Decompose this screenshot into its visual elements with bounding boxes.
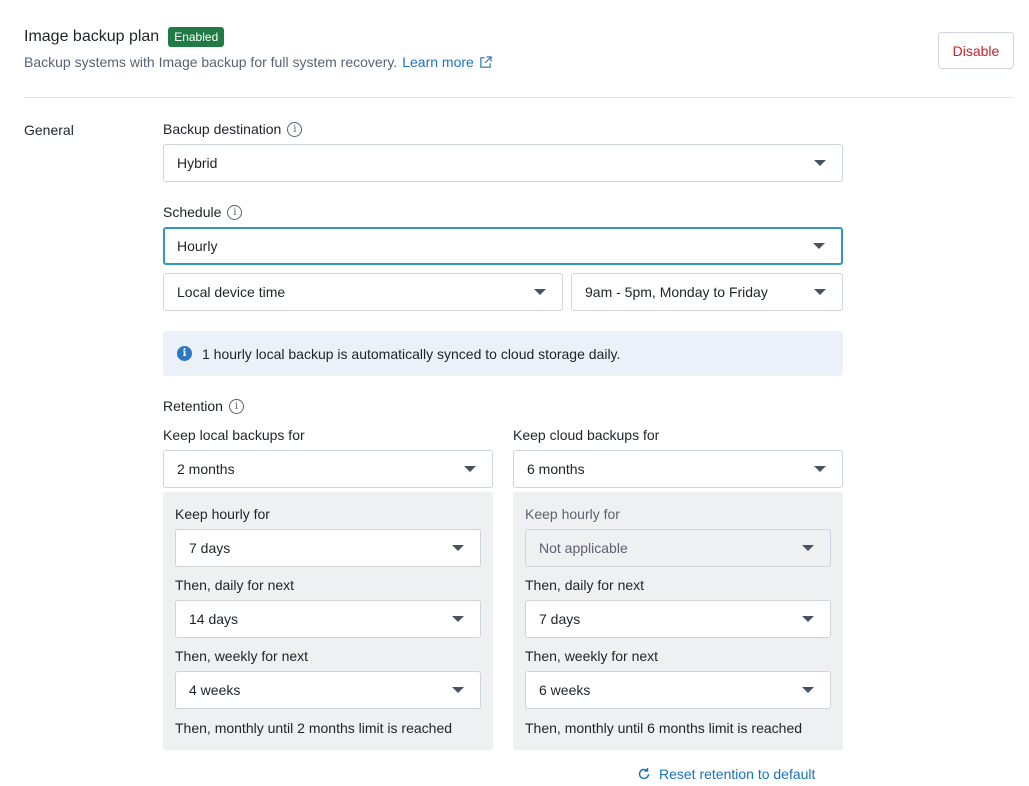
cloud-retention-value: 6 months bbox=[527, 461, 585, 477]
local-hourly-select[interactable]: 7 days bbox=[175, 529, 481, 567]
info-icon[interactable]: i bbox=[287, 121, 303, 137]
cloud-daily-select[interactable]: 7 days bbox=[525, 600, 831, 638]
local-monthly-note: Then, monthly until 2 months limit is re… bbox=[175, 720, 453, 736]
external-link-icon bbox=[480, 55, 492, 68]
local-retention-label: Keep local backups for bbox=[163, 427, 305, 443]
reset-retention-link[interactable]: Reset retention to default bbox=[637, 766, 815, 782]
learn-more-link[interactable]: Learn more bbox=[402, 54, 474, 70]
cloud-weekly-label: Then, weekly for next bbox=[525, 648, 659, 664]
local-retention-value: 2 months bbox=[177, 461, 235, 477]
chevron-down-icon bbox=[452, 616, 464, 622]
page-title: Image backup plan bbox=[24, 28, 160, 45]
timezone-value: Local device time bbox=[177, 284, 286, 300]
cloud-retention-label: Keep cloud backups for bbox=[513, 427, 660, 443]
local-retention-select[interactable]: 2 months bbox=[163, 450, 493, 488]
info-filled-icon: i bbox=[177, 346, 192, 361]
cloud-weekly-value: 6 weeks bbox=[539, 682, 591, 698]
subtitle-text: Backup systems with Image backup for ful… bbox=[24, 54, 398, 70]
schedule-frequency-select[interactable]: Hourly bbox=[163, 227, 843, 265]
cloud-retention-panel: Keep hourly for Not applicable Then, dai… bbox=[513, 492, 843, 750]
chevron-down-icon bbox=[814, 289, 826, 295]
cloud-monthly-note: Then, monthly until 6 months limit is re… bbox=[525, 720, 803, 736]
backup-destination-value: Hybrid bbox=[177, 155, 218, 171]
sync-info-banner: i 1 hourly local backup is automatically… bbox=[163, 331, 843, 376]
local-daily-label: Then, daily for next bbox=[175, 577, 295, 593]
sync-info-text: 1 hourly local backup is automatically s… bbox=[202, 345, 621, 362]
cloud-hourly-select: Not applicable bbox=[525, 529, 831, 567]
cloud-daily-label: Then, daily for next bbox=[525, 577, 645, 593]
chevron-down-icon bbox=[813, 243, 825, 249]
local-hourly-label: Keep hourly for bbox=[175, 506, 270, 522]
cloud-hourly-label: Keep hourly for bbox=[525, 506, 620, 522]
info-icon[interactable]: i bbox=[227, 204, 243, 220]
cloud-hourly-value: Not applicable bbox=[539, 540, 628, 556]
timezone-select[interactable]: Local device time bbox=[163, 273, 563, 311]
schedule-window-value: 9am - 5pm, Monday to Friday bbox=[585, 284, 768, 300]
retention-label: Retention i bbox=[163, 398, 244, 414]
cloud-weekly-select[interactable]: 6 weeks bbox=[525, 671, 831, 709]
local-weekly-label: Then, weekly for next bbox=[175, 648, 309, 664]
retention-label-text: Retention bbox=[163, 398, 223, 414]
local-retention-panel: Keep hourly for 7 days Then, daily for n… bbox=[163, 492, 493, 750]
reset-icon bbox=[638, 768, 650, 780]
local-hourly-value: 7 days bbox=[189, 540, 231, 556]
backup-destination-select[interactable]: Hybrid bbox=[163, 144, 843, 182]
chevron-down-icon bbox=[452, 687, 464, 693]
chevron-down-icon bbox=[814, 160, 826, 166]
chevron-down-icon bbox=[452, 545, 464, 551]
local-weekly-select[interactable]: 4 weeks bbox=[175, 671, 481, 709]
backup-destination-label-text: Backup destination bbox=[163, 121, 282, 137]
chevron-down-icon bbox=[464, 466, 476, 472]
backup-destination-label: Backup destination i bbox=[163, 121, 303, 137]
section-label-general: General bbox=[24, 122, 74, 138]
reset-retention-label: Reset retention to default bbox=[659, 766, 816, 782]
local-daily-select[interactable]: 14 days bbox=[175, 600, 481, 638]
chevron-down-icon bbox=[802, 687, 814, 693]
local-weekly-value: 4 weeks bbox=[189, 682, 241, 698]
schedule-label-text: Schedule bbox=[163, 204, 222, 220]
disable-button[interactable]: Disable bbox=[938, 32, 1014, 69]
schedule-frequency-value: Hourly bbox=[177, 238, 218, 254]
cloud-daily-value: 7 days bbox=[539, 611, 581, 627]
chevron-down-icon bbox=[534, 289, 546, 295]
chevron-down-icon bbox=[802, 616, 814, 622]
local-daily-value: 14 days bbox=[189, 611, 239, 627]
schedule-label: Schedule i bbox=[163, 204, 243, 220]
chevron-down-icon bbox=[814, 466, 826, 472]
chevron-down-icon bbox=[802, 545, 814, 551]
cloud-retention-select[interactable]: 6 months bbox=[513, 450, 843, 488]
plan-header: Image backup plan Enabled Backup systems… bbox=[24, 26, 1014, 98]
status-badge: Enabled bbox=[168, 27, 225, 47]
schedule-window-select[interactable]: 9am - 5pm, Monday to Friday bbox=[571, 273, 843, 311]
info-icon[interactable]: i bbox=[228, 398, 244, 414]
